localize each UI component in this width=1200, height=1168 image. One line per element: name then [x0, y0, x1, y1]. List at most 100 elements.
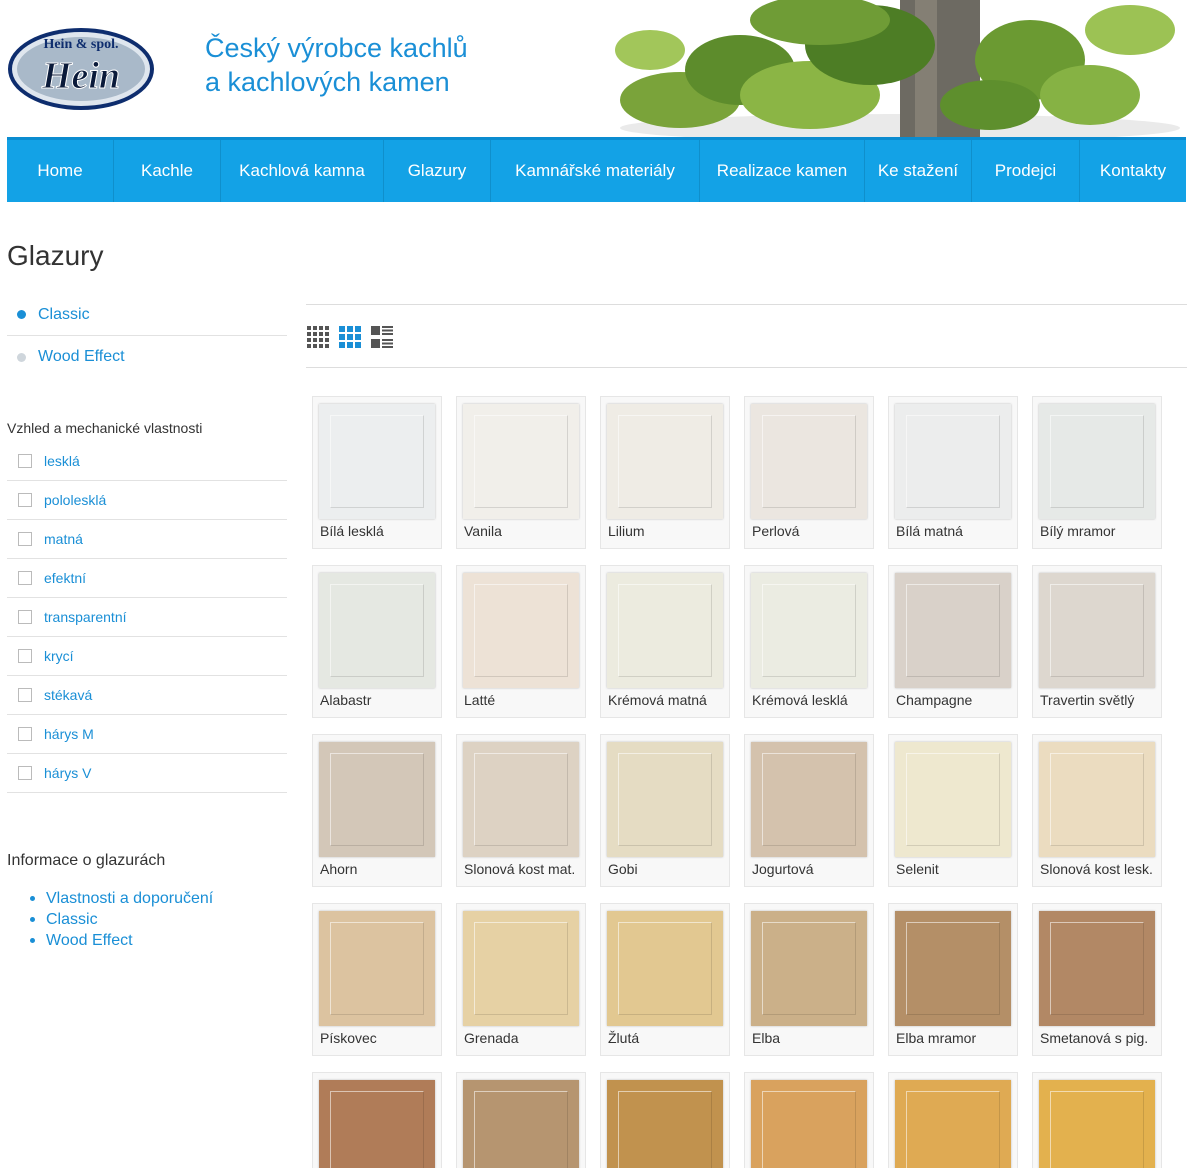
bullet-icon — [30, 896, 35, 901]
glaze-tile[interactable]: Slonová kost lesk. — [1032, 734, 1162, 887]
info-heading: Informace o glazurách — [7, 852, 166, 869]
filter-checkbox[interactable] — [18, 493, 32, 507]
filter-item[interactable]: hárys V — [7, 754, 287, 793]
nav-item-kontakty[interactable]: Kontakty — [1080, 140, 1186, 202]
filter-item[interactable]: stékavá — [7, 676, 287, 715]
glaze-tile[interactable] — [312, 1072, 442, 1168]
glaze-swatch-image — [1039, 1080, 1155, 1168]
glaze-tile[interactable]: Bílý mramor — [1032, 396, 1162, 549]
nav-item-prodejci[interactable]: Prodejci — [972, 140, 1080, 202]
tree-banner-image — [615, 0, 1180, 137]
filter-item[interactable]: matná — [7, 520, 287, 559]
glaze-name: Bílá lesklá — [320, 523, 384, 539]
filter-item[interactable]: hárys M — [7, 715, 287, 754]
glaze-swatch-image — [751, 911, 867, 1026]
category-item-classic[interactable]: Classic — [7, 294, 287, 336]
glaze-tile[interactable]: Gobi — [600, 734, 730, 887]
glaze-tile[interactable]: Jogurtová — [744, 734, 874, 887]
filter-checkbox[interactable] — [18, 610, 32, 624]
category-label: Wood Effect — [38, 348, 125, 365]
filter-list: lesklá pololesklá matná efektní transpar… — [7, 442, 287, 793]
swatch-bevel — [762, 922, 856, 1015]
glaze-tile[interactable]: Lilium — [600, 396, 730, 549]
info-link[interactable]: Vlastnosti a doporučení — [30, 888, 213, 909]
glaze-tile[interactable] — [1032, 1072, 1162, 1168]
logo-top-text: Hein & spol. — [43, 37, 118, 52]
nav-item-kachle[interactable]: Kachle — [114, 140, 221, 202]
glaze-swatch-image — [463, 573, 579, 688]
filter-label: hárys M — [44, 726, 94, 742]
filter-checkbox[interactable] — [18, 454, 32, 468]
glaze-name: Žlutá — [608, 1030, 640, 1046]
filter-item[interactable]: pololesklá — [7, 481, 287, 520]
filter-label: transparentní — [44, 609, 127, 625]
glaze-tile[interactable]: Vanila — [456, 396, 586, 549]
glaze-tile[interactable]: Latté — [456, 565, 586, 718]
nav-item-realizace-kamen[interactable]: Realizace kamen — [700, 140, 865, 202]
category-item-wood-effect[interactable]: Wood Effect — [7, 336, 287, 378]
glaze-tile[interactable]: Krémová matná — [600, 565, 730, 718]
glaze-tile[interactable]: Perlová — [744, 396, 874, 549]
glaze-name: Krémová lesklá — [752, 692, 848, 708]
swatch-bevel — [330, 753, 424, 846]
info-link[interactable]: Wood Effect — [30, 930, 213, 951]
glaze-tile[interactable]: Bílá matná — [888, 396, 1018, 549]
glaze-name: Bílá matná — [896, 523, 963, 539]
glaze-tile[interactable]: Ahorn — [312, 734, 442, 887]
medium-grid-icon[interactable] — [339, 326, 361, 348]
nav-item-home[interactable]: Home — [7, 140, 114, 202]
list-view-icon[interactable] — [371, 326, 393, 348]
filter-label: hárys V — [44, 765, 92, 781]
filter-item[interactable]: krycí — [7, 637, 287, 676]
glaze-tile[interactable]: Smetanová s pig. — [1032, 903, 1162, 1056]
glaze-tile[interactable]: Krémová lesklá — [744, 565, 874, 718]
filter-label: pololesklá — [44, 492, 107, 508]
filter-item[interactable]: lesklá — [7, 442, 287, 481]
glaze-tile[interactable]: Grenada — [456, 903, 586, 1056]
swatch-bevel — [1050, 1091, 1144, 1168]
glaze-tile[interactable]: Pískovec — [312, 903, 442, 1056]
glaze-swatch-image — [319, 573, 435, 688]
swatch-bevel — [762, 753, 856, 846]
bullet-icon — [30, 917, 35, 922]
glaze-tile[interactable]: Travertin světlý — [1032, 565, 1162, 718]
glaze-name: Grenada — [464, 1030, 519, 1046]
bullet-icon — [30, 938, 35, 943]
glaze-swatch-image — [607, 742, 723, 857]
glaze-tile[interactable] — [456, 1072, 586, 1168]
filter-item[interactable]: efektní — [7, 559, 287, 598]
hein-logo[interactable]: Hein & spol. Hein — [6, 26, 156, 112]
filter-checkbox[interactable] — [18, 688, 32, 702]
inactive-dot-icon — [17, 352, 26, 362]
filter-checkbox[interactable] — [18, 649, 32, 663]
glaze-tile[interactable] — [600, 1072, 730, 1168]
glaze-tile[interactable] — [744, 1072, 874, 1168]
glaze-name: Gobi — [608, 861, 638, 877]
glaze-tile[interactable]: Elba — [744, 903, 874, 1056]
glaze-tile[interactable]: Champagne — [888, 565, 1018, 718]
glaze-tile[interactable]: Bílá lesklá — [312, 396, 442, 549]
swatch-bevel — [1050, 922, 1144, 1015]
info-link[interactable]: Classic — [30, 909, 213, 930]
glaze-tile[interactable]: Elba mramor — [888, 903, 1018, 1056]
nav-item-glazury[interactable]: Glazury — [384, 140, 491, 202]
glaze-swatch-image — [1039, 911, 1155, 1026]
nav-item-kamnarske-materialy[interactable]: Kamnářské materiály — [491, 140, 700, 202]
nav-item-ke-stazeni[interactable]: Ke stažení — [865, 140, 972, 202]
filter-checkbox[interactable] — [18, 766, 32, 780]
glaze-tile[interactable]: Slonová kost mat. — [456, 734, 586, 887]
glaze-swatch-image — [895, 911, 1011, 1026]
view-toolbar — [306, 304, 1187, 368]
tagline-line-1: Český výrobce kachlů — [205, 33, 468, 63]
filter-item[interactable]: transparentní — [7, 598, 287, 637]
filter-checkbox[interactable] — [18, 532, 32, 546]
glaze-tile[interactable]: Selenit — [888, 734, 1018, 887]
glaze-tile[interactable]: Žlutá — [600, 903, 730, 1056]
small-grid-icon[interactable] — [307, 326, 329, 348]
nav-item-kachlova-kamna[interactable]: Kachlová kamna — [221, 140, 384, 202]
glaze-tile[interactable]: Alabastr — [312, 565, 442, 718]
glaze-tile[interactable] — [888, 1072, 1018, 1168]
filter-checkbox[interactable] — [18, 571, 32, 585]
filter-checkbox[interactable] — [18, 727, 32, 741]
main-nav: Home Kachle Kachlová kamna Glazury Kamná… — [7, 137, 1186, 202]
